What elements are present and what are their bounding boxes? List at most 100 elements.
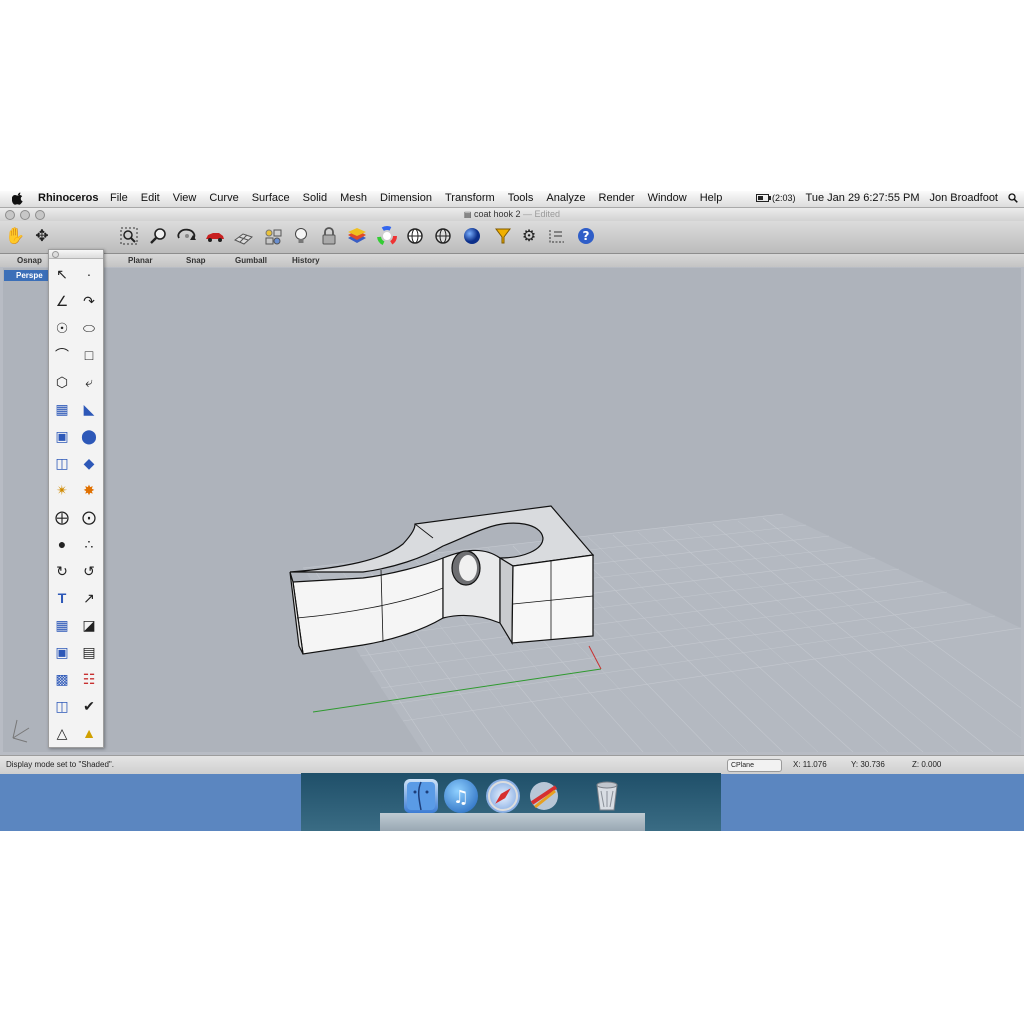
array-icon[interactable]: ▦ xyxy=(52,615,72,635)
menu-edit[interactable]: Edit xyxy=(141,192,160,204)
mirror-icon[interactable]: ◪ xyxy=(79,615,99,635)
polyline-icon[interactable]: ∠ xyxy=(52,291,72,311)
grid-icon[interactable] xyxy=(232,226,254,248)
battery-status[interactable]: (2:03) xyxy=(756,193,796,203)
menu-help[interactable]: Help xyxy=(700,192,723,204)
finder-icon[interactable] xyxy=(404,779,438,813)
apple-icon[interactable] xyxy=(12,192,24,205)
menu-transform[interactable]: Transform xyxy=(445,192,495,204)
split-icon[interactable]: ⨁ xyxy=(52,507,72,527)
curve-icon[interactable]: ↷ xyxy=(79,291,99,311)
render-sphere-icon[interactable] xyxy=(461,226,483,248)
menu-curve[interactable]: Curve xyxy=(209,192,238,204)
trim-icon[interactable]: ⨀ xyxy=(79,507,99,527)
named-views-icon[interactable] xyxy=(262,226,284,248)
fillet-edge-icon[interactable]: ↻ xyxy=(52,561,72,581)
close-window-button[interactable] xyxy=(5,210,15,220)
status-bar: Display mode set to "Shaded". CPlane X: … xyxy=(0,755,1024,774)
fillet-curve-icon[interactable]: ⤶ xyxy=(79,372,99,392)
grid-array-icon[interactable]: ▩ xyxy=(52,669,72,689)
explode-icon[interactable]: ✸ xyxy=(79,480,99,500)
menu-analyze[interactable]: Analyze xyxy=(546,192,585,204)
transform-icon[interactable]: ◫ xyxy=(52,696,72,716)
material-icon[interactable]: ▲ xyxy=(79,723,99,743)
main-toolbar: ✋ ✥ ⚙ ? xyxy=(0,221,1024,254)
move-icon[interactable]: ✥ xyxy=(31,226,53,248)
tab-gumball[interactable]: Gumball xyxy=(235,256,267,265)
help-icon[interactable]: ? xyxy=(575,226,597,248)
menu-window[interactable]: Window xyxy=(648,192,687,204)
sphere-shaded-icon[interactable] xyxy=(432,226,454,248)
boolean-icon[interactable]: ✴ xyxy=(52,480,72,500)
menu-file[interactable]: File xyxy=(110,192,128,204)
menu-bar: Rhinoceros File Edit View Curve Surface … xyxy=(0,191,1024,208)
polygon-icon[interactable]: ⬡ xyxy=(52,372,72,392)
app-menu[interactable]: Rhinoceros xyxy=(38,192,99,204)
tab-snap[interactable]: Snap xyxy=(186,256,206,265)
minimize-window-button[interactable] xyxy=(20,210,30,220)
zoom-window-icon[interactable] xyxy=(118,226,140,248)
status-message: Display mode set to "Shaded". xyxy=(6,760,114,769)
tab-planar[interactable]: Planar xyxy=(128,256,152,265)
rectangle-icon[interactable]: □ xyxy=(79,345,99,365)
funnel-icon[interactable] xyxy=(492,226,514,248)
palette-titlebar[interactable] xyxy=(49,250,103,259)
itunes-icon[interactable]: ♫ xyxy=(444,779,478,813)
menu-surface[interactable]: Surface xyxy=(252,192,290,204)
text-icon[interactable]: T xyxy=(52,588,72,608)
select-arrow-icon[interactable]: ↖ xyxy=(52,264,72,284)
mesh-icon[interactable]: ▤ xyxy=(79,642,99,662)
point-icon[interactable]: · xyxy=(79,264,99,284)
safari-icon[interactable] xyxy=(486,779,520,813)
perspective-viewport[interactable] xyxy=(3,268,1022,753)
zoom-window-button[interactable] xyxy=(35,210,45,220)
rotate-view-icon[interactable] xyxy=(176,226,198,248)
menu-view[interactable]: View xyxy=(173,192,197,204)
zoom-icon[interactable] xyxy=(148,226,170,248)
trash-icon[interactable] xyxy=(590,779,624,813)
cylinder-icon[interactable]: ◫ xyxy=(52,453,72,473)
tab-osnap[interactable]: Osnap xyxy=(17,256,42,265)
palette-close-button[interactable] xyxy=(52,251,59,258)
solid-box-icon[interactable]: ▣ xyxy=(52,642,72,662)
mail-icon[interactable] xyxy=(527,779,561,813)
car-icon[interactable] xyxy=(204,226,226,248)
menu-solid[interactable]: Solid xyxy=(303,192,327,204)
circle-icon[interactable]: ☉ xyxy=(52,318,72,338)
arc-icon[interactable]: ⌒ xyxy=(52,345,72,365)
dock xyxy=(380,813,645,831)
surface-icon[interactable]: ▦ xyxy=(52,399,72,419)
dimension-icon[interactable] xyxy=(546,226,568,248)
planar-surface-icon[interactable]: ◆ xyxy=(79,453,99,473)
menu-render[interactable]: Render xyxy=(599,192,635,204)
loft-icon[interactable]: ◣ xyxy=(79,399,99,419)
tab-history[interactable]: History xyxy=(292,256,320,265)
window-title: coat hook 2 xyxy=(473,209,521,219)
hand-pan-icon[interactable]: ✋ xyxy=(4,226,26,248)
lock-icon[interactable] xyxy=(318,226,340,248)
chamfer-icon[interactable]: ↺ xyxy=(79,561,99,581)
layers-icon[interactable] xyxy=(346,226,368,248)
analyze-icon[interactable]: ☷ xyxy=(79,669,99,689)
points-cloud-icon[interactable]: ∴ xyxy=(79,534,99,554)
color-wheel-icon[interactable] xyxy=(376,226,398,248)
sphere-icon[interactable]: ⬤ xyxy=(79,426,99,446)
light-bulb-icon[interactable] xyxy=(290,226,312,248)
box-icon[interactable]: ▣ xyxy=(52,426,72,446)
sphere-wire-icon[interactable] xyxy=(404,226,426,248)
document-icon: ▤ xyxy=(463,210,472,219)
ellipse-icon[interactable]: ⬭ xyxy=(79,318,99,338)
check-icon[interactable]: ✔ xyxy=(79,696,99,716)
clock[interactable]: Tue Jan 29 6:27:55 PM xyxy=(806,192,920,204)
user-menu[interactable]: Jon Broadfoot xyxy=(930,192,999,204)
spotlight-search-icon[interactable] xyxy=(1008,193,1018,203)
menu-tools[interactable]: Tools xyxy=(508,192,534,204)
gear-icon[interactable]: ⚙ xyxy=(518,226,540,248)
menu-dimension[interactable]: Dimension xyxy=(380,192,432,204)
render-shape-icon[interactable]: △ xyxy=(52,723,72,743)
dimension-tool-icon[interactable]: ↗ xyxy=(79,588,99,608)
menu-mesh[interactable]: Mesh xyxy=(340,192,367,204)
window-titlebar: ▤ coat hook 2 — Edited xyxy=(0,208,1024,221)
boolean-union-icon[interactable]: ● xyxy=(52,534,72,554)
cplane-select[interactable]: CPlane xyxy=(727,759,782,772)
